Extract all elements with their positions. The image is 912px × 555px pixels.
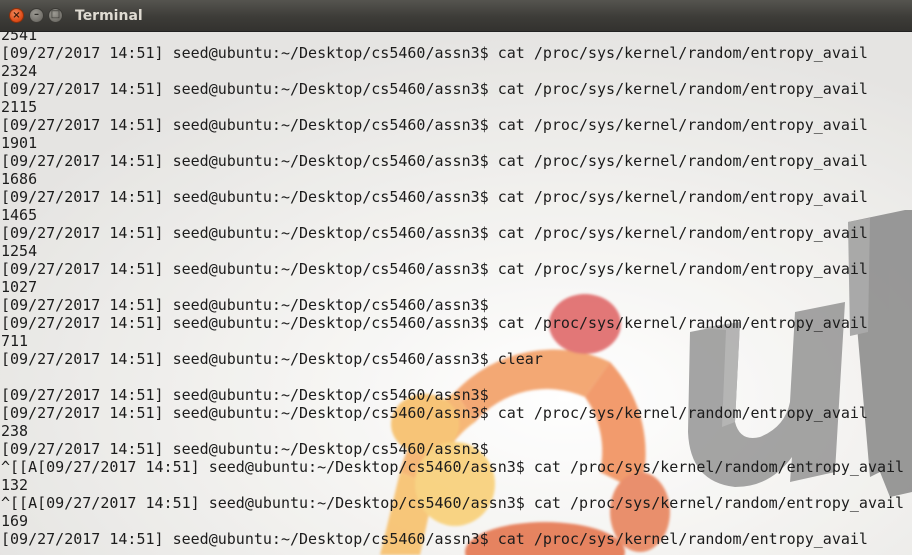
minimize-icon: – (34, 9, 39, 20)
terminal-line: 132 (1, 476, 29, 494)
terminal-line: ^[[A[09/27/2017 14:51] seed@ubuntu:~/Des… (1, 494, 905, 512)
terminal-line: [09/27/2017 14:51] seed@ubuntu:~/Desktop… (1, 296, 489, 314)
terminal-line: 169 (1, 512, 29, 530)
minimize-window-button[interactable]: – (29, 8, 44, 23)
terminal-line: 1027 (1, 278, 38, 296)
terminal-line: [09/27/2017 14:51] seed@ubuntu:~/Desktop… (1, 224, 868, 242)
window-title: Terminal (75, 8, 143, 24)
terminal-line: [09/27/2017 14:51] seed@ubuntu:~/Desktop… (1, 386, 489, 404)
terminal-line: 1901 (1, 134, 38, 152)
terminal-line: ^[[A[09/27/2017 14:51] seed@ubuntu:~/Des… (1, 458, 905, 476)
terminal-line: [09/27/2017 14:51] seed@ubuntu:~/Desktop… (1, 260, 868, 278)
maximize-window-button[interactable]: □ (48, 8, 63, 23)
terminal-line: 711 (1, 332, 29, 350)
title-bar[interactable]: × – □ Terminal (0, 0, 912, 32)
terminal-line: [09/27/2017 14:51] seed@ubuntu:~/Desktop… (1, 188, 868, 206)
terminal-line: [09/27/2017 14:51] seed@ubuntu:~/Desktop… (1, 350, 543, 368)
maximize-icon: □ (50, 9, 61, 20)
terminal-line: 238 (1, 422, 29, 440)
terminal-output-area[interactable]: 2541 [09/27/2017 14:51] seed@ubuntu:~/Des… (0, 32, 912, 555)
terminal-line: 1465 (1, 206, 38, 224)
terminal-line: [09/27/2017 14:51] seed@ubuntu:~/Desktop… (1, 314, 868, 332)
terminal-line: [09/27/2017 14:51] seed@ubuntu:~/Desktop… (1, 440, 489, 458)
terminal-line: 2541 (1, 32, 38, 44)
terminal-line: [09/27/2017 14:51] seed@ubuntu:~/Desktop… (1, 116, 868, 134)
terminal-line: 1254 (1, 242, 38, 260)
terminal-line: [09/27/2017 14:51] seed@ubuntu:~/Desktop… (1, 80, 868, 98)
terminal-line: [09/27/2017 14:51] seed@ubuntu:~/Desktop… (1, 152, 868, 170)
terminal-text: 2541 [09/27/2017 14:51] seed@ubuntu:~/Des… (1, 32, 904, 548)
close-icon: × (12, 10, 21, 21)
terminal-line: [09/27/2017 14:51] seed@ubuntu:~/Desktop… (1, 44, 868, 62)
terminal-line: [09/27/2017 14:51] seed@ubuntu:~/Desktop… (1, 530, 868, 548)
terminal-line: [09/27/2017 14:51] seed@ubuntu:~/Desktop… (1, 404, 868, 422)
terminal-window: × – □ Terminal 2541 [09/27/2017 14:51] s… (0, 0, 912, 555)
terminal-line: 2115 (1, 98, 38, 116)
close-window-button[interactable]: × (9, 8, 24, 23)
terminal-line: 2324 (1, 62, 38, 80)
terminal-line: 1686 (1, 170, 38, 188)
